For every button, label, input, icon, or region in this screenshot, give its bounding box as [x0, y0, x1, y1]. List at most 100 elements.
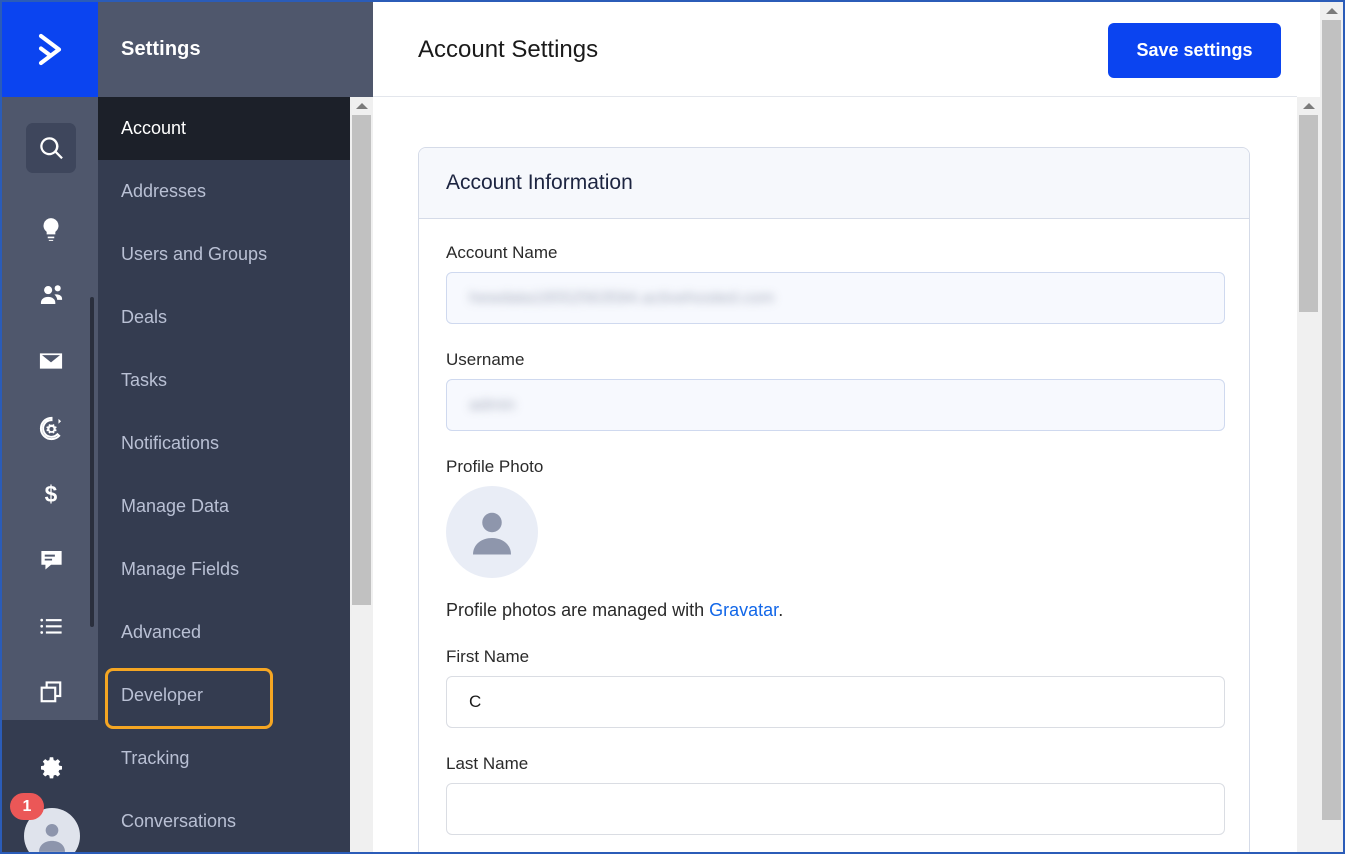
rail-item-contacts[interactable]: [26, 270, 76, 320]
notification-badge[interactable]: 1: [10, 793, 44, 820]
profile-photo[interactable]: [446, 486, 538, 578]
svg-text:$: $: [45, 481, 58, 507]
dollar-icon: $: [38, 481, 64, 507]
gravatar-link[interactable]: Gravatar: [709, 600, 778, 620]
main-scroll-up-button[interactable]: [1297, 97, 1320, 115]
rail-item-conversations[interactable]: [26, 535, 76, 585]
username-value: admin: [469, 395, 516, 414]
page-header: Account Settings Save settings: [373, 2, 1297, 97]
first-name-input[interactable]: C: [446, 676, 1225, 728]
sidebar-item-label: Manage Data: [121, 496, 230, 516]
sidebar-header: Settings: [98, 2, 373, 97]
sidebar-item-label: Advanced: [121, 622, 202, 642]
field-first-name: First Name C: [446, 647, 1225, 728]
sidebar-item-advanced[interactable]: Advanced: [98, 601, 350, 664]
list-icon: [38, 613, 65, 640]
sidebar-item-label: Conversations: [121, 811, 237, 831]
main-content: Account Settings Save settings Account I…: [373, 2, 1343, 852]
field-last-name: Last Name: [446, 754, 1225, 835]
sidebar-item-label: Deals: [121, 307, 168, 327]
username-input[interactable]: admin: [446, 379, 1225, 431]
field-profile-photo: Profile Photo Profile photos are managed…: [446, 457, 1222, 621]
sidebar-scrollbar[interactable]: [350, 97, 373, 852]
settings-sidebar: Settings Account Addresses Users and Group…: [98, 2, 373, 852]
sidebar-item-label: Tracking: [121, 748, 190, 768]
sidebar-item-manage-data[interactable]: Manage Data: [98, 475, 350, 538]
field-label: Username: [446, 350, 525, 369]
card-body: Account Name hewdata16552563594.activeho…: [419, 219, 1249, 852]
first-name-value: C: [469, 692, 482, 711]
rail-item-pages[interactable]: [26, 667, 76, 717]
rail-item-email[interactable]: [26, 336, 76, 386]
sidebar-scroll-up-button[interactable]: [350, 97, 373, 115]
sidebar-item-label: Addresses: [121, 181, 207, 201]
card-title: Account Information: [446, 171, 633, 194]
lightbulb-icon: [38, 216, 64, 242]
pages-icon: [38, 679, 64, 705]
chevron-up-icon: [355, 103, 368, 109]
sidebar-item-label: Manage Fields: [121, 559, 240, 579]
sidebar-scrollbar-thumb[interactable]: [352, 115, 371, 605]
app-window: $ 1 Settings Account Addresses Users and…: [0, 0, 1345, 854]
sidebar-nav: Account Addresses Users and Groups Deals Tas…: [98, 97, 350, 852]
sidebar-item-addresses[interactable]: Addresses: [98, 160, 350, 223]
window-scroll-up-button[interactable]: [1320, 2, 1343, 20]
rail-item-lists[interactable]: [26, 601, 76, 651]
rail-item-search[interactable]: [26, 123, 76, 173]
rail-lower-section: 1: [2, 720, 98, 852]
account-name-input[interactable]: hewdata16552563594.activehosted.com: [446, 272, 1225, 324]
field-label: Profile Photo: [446, 457, 544, 476]
user-avatar-icon: [33, 817, 71, 852]
sidebar-item-label: Users and Groups: [121, 244, 268, 264]
sidebar-item-label: Notifications: [121, 433, 220, 453]
account-name-value: hewdata16552563594.activehosted.com: [469, 288, 775, 307]
field-label: Last Name: [446, 754, 529, 773]
rail-item-campaigns[interactable]: [26, 204, 76, 254]
sidebar-item-developer[interactable]: Developer: [98, 664, 350, 729]
field-label: First Name: [446, 647, 530, 666]
contacts-icon: [38, 282, 65, 309]
gravatar-note-prefix: Profile photos are managed with: [446, 600, 710, 620]
icon-rail: $ 1: [2, 2, 98, 852]
gear-icon: [37, 755, 66, 784]
last-name-input[interactable]: [446, 783, 1225, 835]
field-account-name: Account Name hewdata16552563594.activeho…: [446, 243, 1225, 324]
window-scrollbar[interactable]: [1320, 2, 1343, 852]
sidebar-item-users-and-groups[interactable]: Users and Groups: [98, 223, 350, 286]
activecampaign-logo-icon: [28, 28, 72, 72]
chevron-up-icon: [1302, 103, 1315, 109]
rail-item-settings[interactable]: [26, 744, 76, 794]
sidebar-item-account[interactable]: Account: [98, 97, 350, 160]
gravatar-note-suffix: .: [778, 600, 784, 620]
rail-icon-list: $: [2, 97, 98, 720]
gravatar-note: Profile photos are managed with Gravatar…: [446, 600, 1222, 621]
sidebar-item-label: Developer: [121, 685, 204, 705]
main-scrollbar[interactable]: [1297, 97, 1320, 852]
sidebar-item-label: Tasks: [121, 370, 168, 390]
search-icon: [38, 135, 65, 162]
user-avatar-icon: [462, 502, 522, 562]
sidebar-item-tasks[interactable]: Tasks: [98, 349, 350, 412]
account-information-card: Account Information Account Name hewdata…: [418, 147, 1250, 852]
field-username: Username admin: [446, 350, 1225, 431]
sidebar-item-label: Account: [121, 118, 187, 138]
window-scrollbar-thumb[interactable]: [1322, 20, 1341, 820]
sidebar-item-tracking[interactable]: Tracking: [98, 727, 350, 790]
user-avatar-wrapper[interactable]: 1: [10, 793, 80, 852]
sidebar-item-conversations[interactable]: Conversations: [98, 790, 350, 852]
save-settings-button[interactable]: Save settings: [1108, 23, 1281, 78]
automation-icon: [38, 415, 65, 442]
rail-item-deals[interactable]: $: [26, 469, 76, 519]
sidebar-item-notifications[interactable]: Notifications: [98, 412, 350, 475]
brand-logo[interactable]: [2, 2, 98, 97]
card-header: Account Information: [419, 148, 1249, 219]
sidebar-item-deals[interactable]: Deals: [98, 286, 350, 349]
chevron-up-icon: [1325, 8, 1338, 14]
sidebar-title: Settings: [121, 38, 201, 60]
rail-item-automations[interactable]: [26, 403, 76, 453]
main-scrollbar-thumb[interactable]: [1299, 115, 1318, 312]
sidebar-item-manage-fields[interactable]: Manage Fields: [98, 538, 350, 601]
field-label: Account Name: [446, 243, 558, 262]
rail-scroll-indicator[interactable]: [90, 297, 94, 627]
page-body: Account Information Account Name hewdata…: [373, 97, 1297, 852]
